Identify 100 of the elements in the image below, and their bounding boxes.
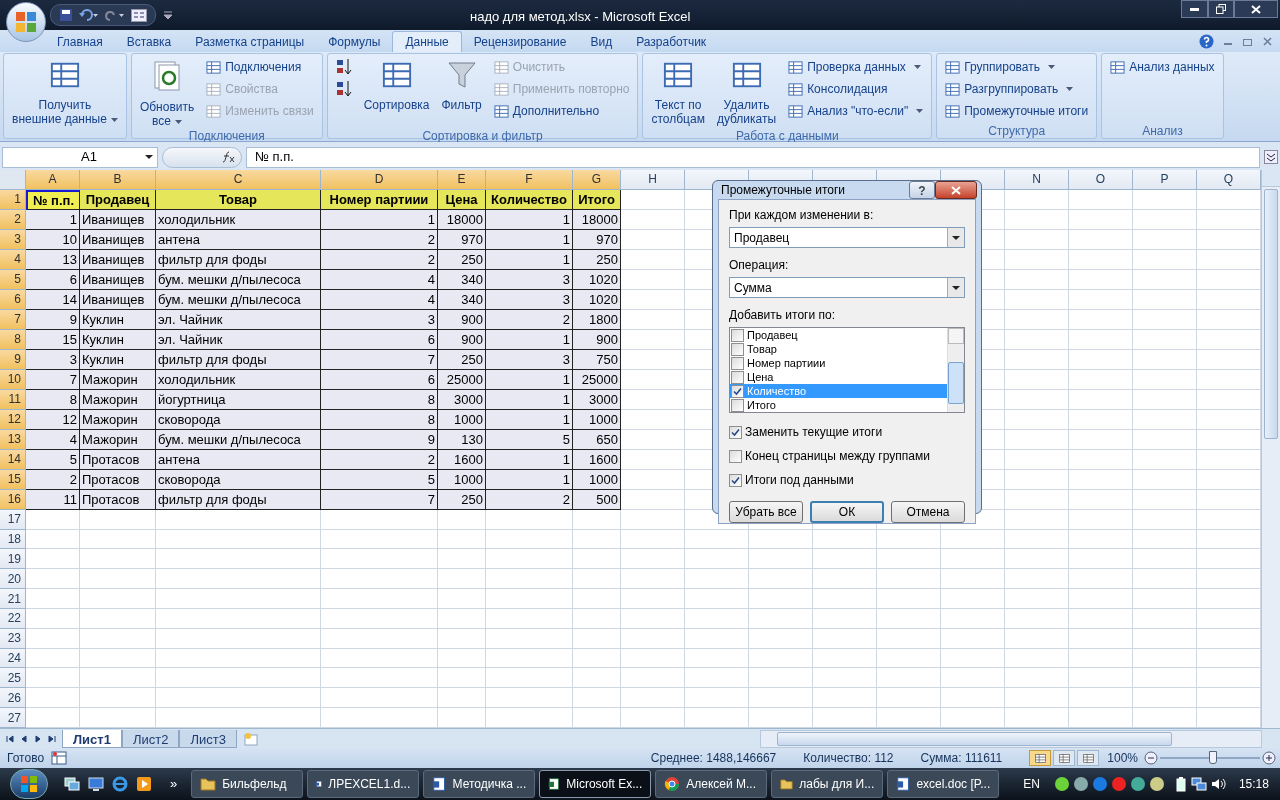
table-cell: 340 <box>438 289 486 310</box>
table-cell: 3 <box>486 349 573 370</box>
table-cell: 7 <box>321 489 438 510</box>
group-label: Сортировка и фильтр <box>422 130 543 142</box>
table-cell: 2 <box>321 449 438 470</box>
table-cell: 1 <box>486 329 573 350</box>
table-cell: 6 <box>321 329 438 350</box>
table-cell: 7 <box>321 349 438 370</box>
table-cell: Куклин <box>80 309 156 330</box>
table-cell: Мажорин <box>80 409 156 430</box>
table-cell: 25000 <box>573 369 621 390</box>
table-cell: Мажорин <box>80 429 156 450</box>
table-cell: 1000 <box>438 409 486 430</box>
table-cell: 2 <box>486 309 573 330</box>
table-cell: 1 <box>321 209 438 230</box>
table-cell: 750 <box>573 349 621 370</box>
table-cell: 650 <box>573 429 621 450</box>
table-cell: 1 <box>486 249 573 270</box>
table-cell: 18000 <box>438 209 486 230</box>
table-cell: 9 <box>321 429 438 450</box>
table-cell: Итого <box>573 189 621 210</box>
table-cell: антена <box>156 449 321 470</box>
table-cell: Иванищев <box>80 249 156 270</box>
group-label: Работа с данными <box>735 130 839 142</box>
group-label: Структура <box>988 124 1046 137</box>
option-label: Итоги под данными <box>745 472 854 489</box>
table-cell: 8 <box>26 389 80 410</box>
table-cell: 900 <box>438 329 486 350</box>
table-cell: Иванищев <box>80 229 156 250</box>
table-cell: 2 <box>486 489 573 510</box>
table-cell: Мажорин <box>80 389 156 410</box>
table-cell: 5 <box>321 469 438 490</box>
table-cell: 250 <box>438 349 486 370</box>
window-title: надо для метод.xlsx - Microsoft Excel <box>470 8 691 26</box>
table-cell: 500 <box>573 489 621 510</box>
status-stat: Сумма: 111611 <box>920 750 1003 767</box>
table-cell: йогуртница <box>156 389 321 410</box>
table-cell: 6 <box>26 269 80 290</box>
table-cell: эл. Чайник <box>156 309 321 330</box>
table-cell: фильтр для фоды <box>156 349 321 370</box>
table-cell: 1000 <box>438 469 486 490</box>
table-cell: бум. мешки д/пылесоса <box>156 429 321 450</box>
table-cell: Продавец <box>80 189 156 210</box>
table-cell: Номер партиии <box>321 189 438 210</box>
table-cell: 970 <box>573 229 621 250</box>
table-cell: 3000 <box>573 389 621 410</box>
table-cell: 1 <box>486 229 573 250</box>
table-cell: Куклин <box>80 349 156 370</box>
table-cell: Иванищев <box>80 209 156 230</box>
table-cell: Иванищев <box>80 289 156 310</box>
table-cell: Протасов <box>80 469 156 490</box>
table-cell: 13 <box>26 249 80 270</box>
table-cell: № п.п. <box>26 189 80 210</box>
table-cell: 5 <box>486 429 573 450</box>
table-cell: 3000 <box>438 389 486 410</box>
table-cell: 900 <box>573 329 621 350</box>
table-cell: 1 <box>486 389 573 410</box>
status-stat: Среднее: 1488,146667 <box>650 750 777 767</box>
table-cell: 1 <box>486 469 573 490</box>
table-cell: 3 <box>26 349 80 370</box>
table-cell: Количество <box>486 189 573 210</box>
table-cell: 5 <box>26 449 80 470</box>
table-cell: 8 <box>321 389 438 410</box>
table-cell: холодильник <box>156 209 321 230</box>
table-cell: 1 <box>486 369 573 390</box>
table-cell: эл. Чайник <box>156 329 321 350</box>
table-cell: Товар <box>156 189 321 210</box>
table-cell: 8 <box>321 409 438 430</box>
table-cell: 1 <box>486 449 573 470</box>
table-cell: 12 <box>26 409 80 430</box>
field-label: При каждом изменении в: <box>729 207 875 224</box>
table-cell: 1800 <box>573 309 621 330</box>
table-cell: 340 <box>438 269 486 290</box>
table-cell: Протасов <box>80 489 156 510</box>
table-cell: 1600 <box>573 449 621 470</box>
table-cell: Иванищев <box>80 269 156 290</box>
table-cell: антена <box>156 229 321 250</box>
table-cell: 1020 <box>573 289 621 310</box>
dialog-title: Промежуточные итоги <box>721 182 847 199</box>
option-label: Конец страницы между группами <box>745 448 930 465</box>
table-cell: 11 <box>26 489 80 510</box>
table-cell: 1 <box>26 209 80 230</box>
table-cell: 4 <box>321 289 438 310</box>
table-cell: сковорода <box>156 469 321 490</box>
table-cell: 250 <box>438 489 486 510</box>
table-cell: 25000 <box>438 369 486 390</box>
table-cell: Протасов <box>80 449 156 470</box>
table-cell: фильтр для фоды <box>156 489 321 510</box>
table-cell: 2 <box>321 229 438 250</box>
table-cell: 15 <box>26 329 80 350</box>
table-cell: 14 <box>26 289 80 310</box>
table-cell: холодильник <box>156 369 321 390</box>
table-cell: 18000 <box>573 209 621 230</box>
table-cell: Куклин <box>80 329 156 350</box>
table-cell: 1 <box>486 409 573 430</box>
table-cell: 2 <box>321 249 438 270</box>
table-cell: 250 <box>573 249 621 270</box>
table-cell: Мажорин <box>80 369 156 390</box>
field-label: Операция: <box>729 257 790 274</box>
status-text: Готово <box>6 750 46 767</box>
